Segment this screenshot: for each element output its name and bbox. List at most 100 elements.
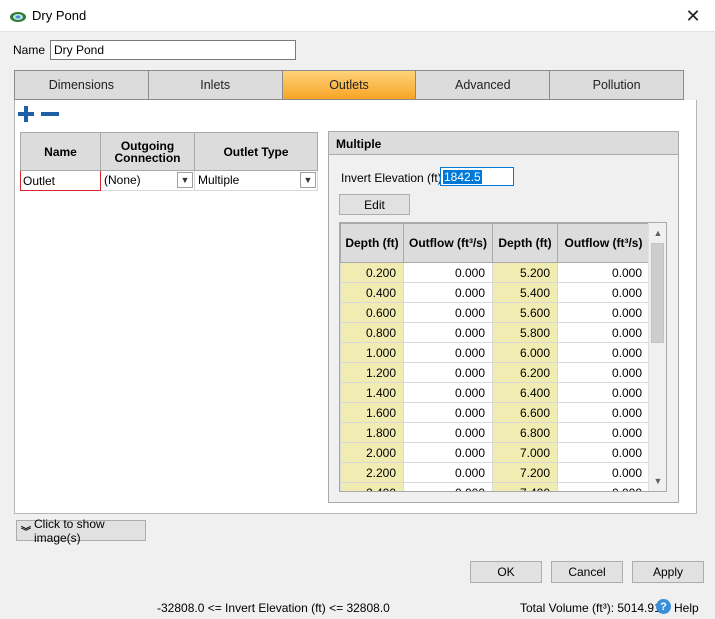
depth-cell[interactable]: 5.600 xyxy=(492,302,558,323)
outflow-cell[interactable]: 0.000 xyxy=(403,442,493,463)
ok-button[interactable]: OK xyxy=(470,561,542,583)
depth-cell[interactable]: 6.600 xyxy=(492,402,558,423)
table-row[interactable]: 0.400 0.000 5.400 0.000 xyxy=(340,282,650,303)
outflow-cell[interactable]: 0.000 xyxy=(557,422,650,443)
outflow-cell[interactable]: 0.000 xyxy=(403,382,493,403)
name-input[interactable]: Dry Pond xyxy=(50,40,296,60)
tab-inlets[interactable]: Inlets xyxy=(148,71,283,99)
table-row[interactable]: 1.600 0.000 6.600 0.000 xyxy=(340,402,650,423)
outflow-cell[interactable]: 0.000 xyxy=(403,302,493,323)
outflow-cell[interactable]: 0.000 xyxy=(557,382,650,403)
column-header-depth[interactable]: Depth (ft) xyxy=(492,223,558,263)
minus-icon[interactable] xyxy=(41,106,59,122)
outflow-cell[interactable]: 0.000 xyxy=(403,482,493,491)
column-header-outflow[interactable]: Outflow (ft³/s) xyxy=(557,223,650,263)
table-row[interactable]: 2.4000.0007.4000.000 xyxy=(340,482,650,491)
outflow-cell[interactable]: 0.000 xyxy=(403,462,493,483)
scrollbar-thumb[interactable] xyxy=(651,243,664,343)
outflow-cell[interactable]: 0.000 xyxy=(403,422,493,443)
scroll-up-icon[interactable]: ▲ xyxy=(650,225,666,241)
depth-cell[interactable]: 2.000 xyxy=(340,442,404,463)
outflow-cell[interactable]: 0.000 xyxy=(403,342,493,363)
table-row[interactable]: 2.000 0.000 7.000 0.000 xyxy=(340,442,650,463)
scroll-down-icon[interactable]: ▼ xyxy=(650,473,666,489)
window-title: Dry Pond xyxy=(32,8,87,23)
depth-cell[interactable]: 0.800 xyxy=(340,322,404,343)
edit-button[interactable]: Edit xyxy=(339,194,410,215)
depth-cell[interactable]: 1.400 xyxy=(340,382,404,403)
outlet-name-cell[interactable]: Outlet xyxy=(20,170,101,191)
depth-cell[interactable]: 6.800 xyxy=(492,422,558,443)
apply-button[interactable]: Apply xyxy=(632,561,704,583)
outflow-cell[interactable]: 0.000 xyxy=(557,282,650,303)
table-row[interactable]: Outlet (None) ▼ Multiple ▼ xyxy=(20,170,318,191)
cancel-button[interactable]: Cancel xyxy=(551,561,623,583)
close-button[interactable]: ✕ xyxy=(671,0,715,32)
outflow-cell[interactable]: 0.000 xyxy=(557,362,650,383)
tab-pollution[interactable]: Pollution xyxy=(550,71,683,99)
table-row[interactable]: 1.800 0.000 6.800 0.000 xyxy=(340,422,650,443)
depth-cell[interactable]: 1.000 xyxy=(340,342,404,363)
outflow-cell[interactable]: 0.000 xyxy=(403,282,493,303)
outflow-cell[interactable]: 0.000 xyxy=(557,482,650,491)
tab-bar: Dimensions Inlets Outlets Advanced Pollu… xyxy=(14,70,684,100)
outflow-cell[interactable]: 0.000 xyxy=(403,262,493,283)
chevron-down-icon[interactable]: ▼ xyxy=(300,172,316,188)
depth-cell[interactable]: 1.800 xyxy=(340,422,404,443)
depth-cell[interactable]: 2.400 xyxy=(340,482,404,491)
depth-cell[interactable]: 6.400 xyxy=(492,382,558,403)
depth-outflow-grid: Depth (ft) Outflow (ft³/s) Depth (ft) Ou… xyxy=(339,222,667,492)
depth-cell[interactable]: 7.200 xyxy=(492,462,558,483)
help-icon[interactable]: ? xyxy=(656,599,671,614)
table-row[interactable]: 1.400 0.000 6.400 0.000 xyxy=(340,382,650,403)
tab-dimensions[interactable]: Dimensions xyxy=(15,71,149,99)
outflow-cell[interactable]: 0.000 xyxy=(557,302,650,323)
outflow-cell[interactable]: 0.000 xyxy=(557,262,650,283)
outflow-cell[interactable]: 0.000 xyxy=(557,442,650,463)
depth-cell[interactable]: 0.200 xyxy=(340,262,404,283)
depth-cell[interactable]: 0.600 xyxy=(340,302,404,323)
invert-elevation-input[interactable]: 1842.5 xyxy=(440,167,514,186)
chevron-down-icon[interactable]: ▼ xyxy=(177,172,193,188)
depth-cell[interactable]: 0.400 xyxy=(340,282,404,303)
depth-cell[interactable]: 5.800 xyxy=(492,322,558,343)
outflow-cell[interactable]: 0.000 xyxy=(557,322,650,343)
outflow-cell[interactable]: 0.000 xyxy=(403,362,493,383)
depth-cell[interactable]: 7.400 xyxy=(492,482,558,491)
table-row[interactable]: 0.800 0.000 5.800 0.000 xyxy=(340,322,650,343)
depth-cell[interactable]: 1.200 xyxy=(340,362,404,383)
outflow-cell[interactable]: 0.000 xyxy=(403,322,493,343)
table-row[interactable]: 0.200 0.000 5.200 0.000 xyxy=(340,262,650,283)
column-header-outflow[interactable]: Outflow (ft³/s) xyxy=(403,223,493,263)
depth-cell[interactable]: 1.600 xyxy=(340,402,404,423)
pond-icon xyxy=(10,12,26,22)
column-header-name[interactable]: Name xyxy=(20,132,101,171)
outlet-type-select[interactable]: Multiple ▼ xyxy=(194,170,318,191)
table-row[interactable]: 1.000 0.000 6.000 0.000 xyxy=(340,342,650,363)
tab-outlets[interactable]: Outlets xyxy=(282,71,417,99)
depth-cell[interactable]: 5.200 xyxy=(492,262,558,283)
table-row[interactable]: 1.200 0.000 6.200 0.000 xyxy=(340,362,650,383)
depth-cell[interactable]: 2.200 xyxy=(340,462,404,483)
column-header-outlet-type[interactable]: Outlet Type xyxy=(194,132,318,171)
depth-cell[interactable]: 7.000 xyxy=(492,442,558,463)
table-row[interactable]: 0.600 0.000 5.600 0.000 xyxy=(340,302,650,323)
plus-icon[interactable] xyxy=(18,106,34,122)
depth-cell[interactable]: 6.200 xyxy=(492,362,558,383)
outflow-cell[interactable]: 0.000 xyxy=(557,462,650,483)
column-header-outgoing-connection[interactable]: Outgoing Connection xyxy=(100,132,195,171)
depth-cell[interactable]: 5.400 xyxy=(492,282,558,303)
column-header-depth[interactable]: Depth (ft) xyxy=(340,223,404,263)
tab-advanced[interactable]: Advanced xyxy=(416,71,551,99)
outgoing-connection-select[interactable]: (None) ▼ xyxy=(100,170,195,191)
name-label: Name xyxy=(13,43,46,57)
outgoing-connection-value: (None) xyxy=(104,173,141,187)
help-link[interactable]: Help xyxy=(674,601,699,615)
table-row[interactable]: 2.200 0.000 7.200 0.000 xyxy=(340,462,650,483)
outflow-cell[interactable]: 0.000 xyxy=(557,402,650,423)
outflow-cell[interactable]: 0.000 xyxy=(403,402,493,423)
outflow-cell[interactable]: 0.000 xyxy=(557,342,650,363)
show-images-button[interactable]: ︾ Click to show image(s) xyxy=(16,517,146,545)
depth-cell[interactable]: 6.000 xyxy=(492,342,558,363)
vertical-scrollbar[interactable]: ▲ ▼ xyxy=(648,223,666,491)
